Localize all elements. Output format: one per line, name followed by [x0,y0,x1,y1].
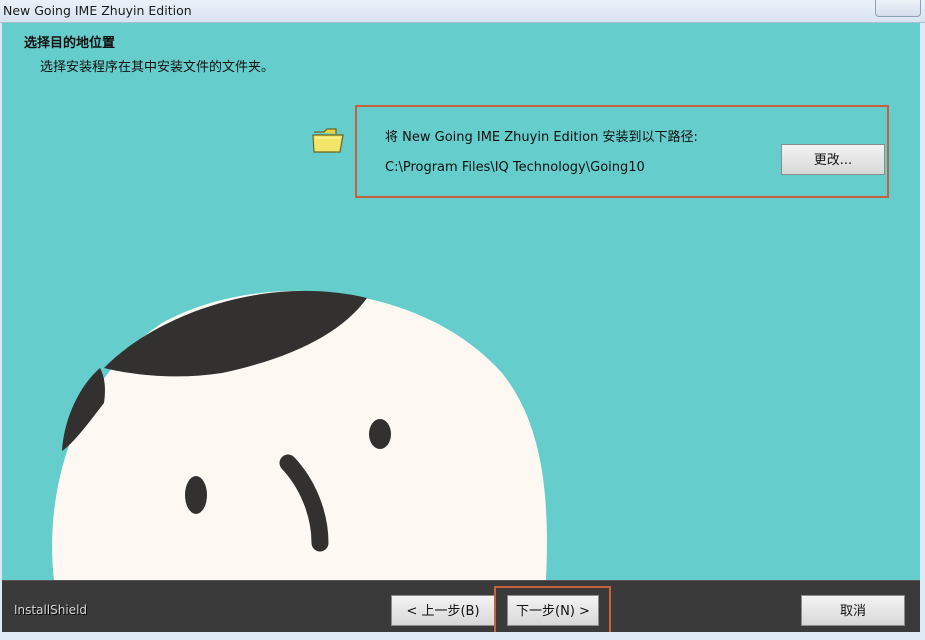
left-eye [185,476,207,514]
back-button[interactable]: < 上一步(B) [391,595,495,626]
close-button[interactable] [875,0,921,17]
installshield-brand: InstallShield [14,603,88,617]
window-title: New Going IME Zhuyin Edition [3,3,192,18]
footer-bar: InstallShield < 上一步(B) 下一步(N) > 取消 [2,580,920,636]
content-panel: 选择目的地位置 选择安装程序在其中安装文件的文件夹。 将 New Going I… [2,23,920,580]
destination-path: C:\Program Files\IQ Technology\Going10 [385,160,645,175]
next-button[interactable]: 下一步(N) > [507,595,599,626]
change-button[interactable]: 更改... [781,144,885,175]
page-heading: 选择目的地位置 [24,36,116,51]
destination-label: 将 New Going IME Zhuyin Edition 安装到以下路径: [385,130,698,145]
right-eye [369,419,391,449]
folder-icon [312,128,344,153]
cancel-button[interactable]: 取消 [801,595,905,626]
window-bottom-border [0,632,925,640]
title-bar: New Going IME Zhuyin Edition [0,0,925,23]
page-subheading: 选择安装程序在其中安装文件的文件夹。 [40,60,275,75]
